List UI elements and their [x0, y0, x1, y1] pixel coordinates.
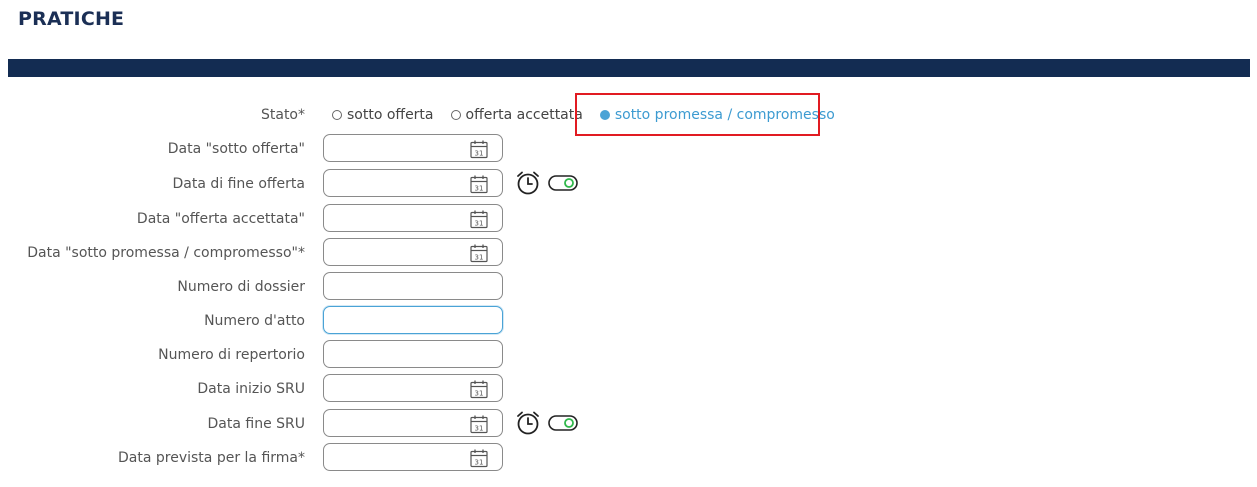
- data-fine-offerta-input[interactable]: 31: [323, 169, 503, 197]
- radio-circle-icon[interactable]: [450, 110, 461, 120]
- calendar-day: 31: [475, 150, 484, 158]
- data-prevista-firma-input[interactable]: 31: [323, 443, 503, 471]
- row-data-offerta-accettata: Data "offerta accettata" 31: [0, 204, 1257, 234]
- calendar-icon[interactable]: 31: [469, 379, 489, 399]
- row-data-fine-offerta: Data di fine offerta 31: [0, 169, 1257, 199]
- data-fine-offerta-label: Data di fine offerta: [172, 176, 305, 192]
- calendar-day: 31: [475, 425, 484, 433]
- stato-label: Stato*: [260, 107, 305, 123]
- radio-label: sotto offerta: [347, 107, 434, 123]
- numero-atto-input[interactable]: [323, 306, 503, 334]
- data-sotto-promessa-input[interactable]: 31: [323, 238, 503, 266]
- data-fine-sru-label: Data fine SRU: [207, 416, 306, 432]
- calendar-day: 31: [475, 254, 484, 262]
- row-data-sotto-offerta: Data "sotto offerta" 31: [0, 134, 1257, 164]
- data-inizio-sru-label: Data inizio SRU: [197, 381, 305, 397]
- calendar-icon[interactable]: 31: [469, 174, 489, 194]
- alarm-clock-icon[interactable]: [515, 410, 541, 436]
- row-numero-atto: Numero d'atto: [0, 306, 1257, 336]
- numero-dossier-input[interactable]: [323, 272, 503, 300]
- header-bar: [8, 59, 1250, 77]
- data-prevista-firma-label: Data prevista per la firma*: [118, 450, 305, 466]
- calendar-day: 31: [475, 390, 484, 398]
- data-sotto-offerta-label: Data "sotto offerta": [167, 141, 305, 157]
- highlight-box: [575, 93, 820, 136]
- numero-repertorio-input[interactable]: [323, 340, 503, 368]
- numero-dossier-label: Numero di dossier: [177, 279, 305, 295]
- numero-repertorio-label: Numero di repertorio: [158, 347, 305, 363]
- data-fine-sru-input[interactable]: 31: [323, 409, 503, 437]
- calendar-icon[interactable]: 31: [469, 209, 489, 229]
- toggle-icon[interactable]: [548, 175, 578, 191]
- row-data-fine-sru: Data fine SRU 31: [0, 409, 1257, 439]
- calendar-icon[interactable]: 31: [469, 414, 489, 434]
- calendar-icon[interactable]: 31: [469, 243, 489, 263]
- data-offerta-accettata-input[interactable]: 31: [323, 204, 503, 232]
- radio-circle-icon[interactable]: [332, 110, 342, 120]
- calendar-day: 31: [475, 220, 484, 228]
- row-data-inizio-sru: Data inizio SRU 31: [0, 374, 1257, 404]
- row-data-sotto-promessa: Data "sotto promessa / compromesso"* 31: [0, 238, 1257, 268]
- calendar-icon[interactable]: 31: [469, 448, 489, 468]
- row-data-prevista-firma: Data prevista per la firma* 31: [0, 443, 1257, 473]
- alarm-clock-icon[interactable]: [515, 170, 541, 196]
- page-title: PRATICHE: [18, 8, 125, 30]
- row-numero-repertorio: Numero di repertorio: [0, 340, 1257, 370]
- toggle-icon[interactable]: [548, 415, 578, 431]
- calendar-day: 31: [475, 185, 484, 193]
- calendar-day: 31: [475, 459, 484, 467]
- radio-sotto-offerta[interactable]: sotto offerta: [332, 107, 434, 123]
- data-sotto-promessa-label: Data "sotto promessa / compromesso"*: [27, 245, 305, 261]
- calendar-icon[interactable]: 31: [469, 139, 489, 159]
- numero-atto-label: Numero d'atto: [204, 313, 305, 329]
- radio-offerta-accettata[interactable]: offerta accettata: [450, 107, 583, 123]
- data-inizio-sru-input[interactable]: 31: [323, 374, 503, 402]
- radio-label: offerta accettata: [465, 107, 583, 123]
- data-sotto-offerta-input[interactable]: 31: [323, 134, 503, 162]
- row-numero-dossier: Numero di dossier: [0, 272, 1257, 302]
- data-offerta-accettata-label: Data "offerta accettata": [136, 211, 305, 227]
